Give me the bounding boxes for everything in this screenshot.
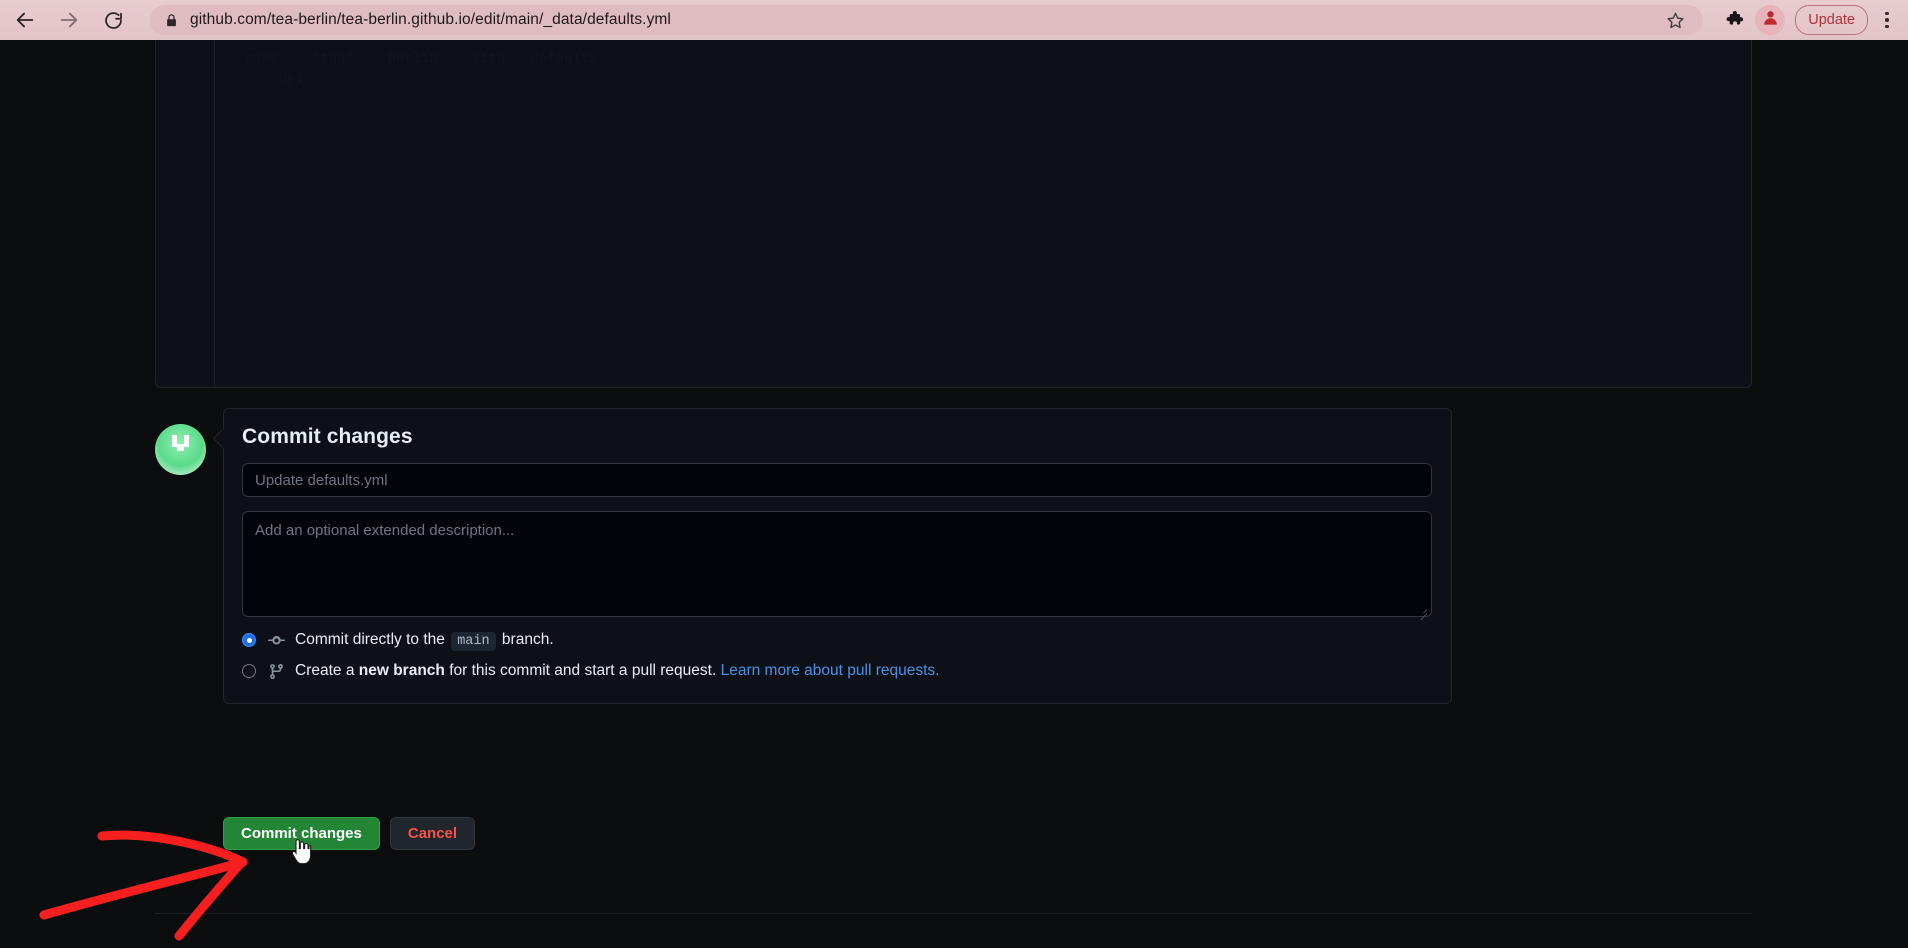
editor-line-gutter: [156, 40, 215, 387]
cancel-button[interactable]: Cancel: [389, 817, 476, 850]
update-button[interactable]: Update: [1795, 5, 1868, 35]
kebab-dot: [1885, 11, 1889, 16]
browser-menu-button[interactable]: [1874, 3, 1900, 37]
radio-create-new-branch[interactable]: [242, 664, 256, 678]
back-button[interactable]: [6, 1, 44, 39]
commit-section: Commit changes Commit directly to the ma…: [155, 408, 1752, 728]
github-edit-page: name: "tea" berlin site defaults url Com…: [0, 40, 1908, 941]
kebab-dot: [1885, 24, 1889, 29]
commit-panel-title: Commit changes: [242, 425, 413, 448]
option-direct-prefix: Commit directly to the: [295, 631, 445, 648]
git-branch-icon: [267, 662, 285, 680]
pull-request-learn-more-link[interactable]: Learn more about pull requests.: [721, 662, 940, 679]
profile-button[interactable]: [1755, 5, 1786, 35]
commit-changes-button[interactable]: Commit changes: [223, 817, 380, 850]
reload-button[interactable]: [94, 1, 132, 39]
address-bar[interactable]: github.com/tea-berlin/tea-berlin.github.…: [150, 5, 1704, 35]
commit-option-direct-label: Commit directly to the main branch.: [295, 631, 554, 651]
commit-actions: Commit changes Cancel: [223, 817, 476, 850]
option-branch-suffix: for this commit and start a pull request…: [449, 662, 717, 679]
puzzle-piece-icon: [1724, 8, 1744, 33]
commit-message-input[interactable]: [242, 463, 1432, 497]
page-divider: [155, 913, 1752, 914]
git-commit-icon: [267, 631, 285, 649]
back-arrow-icon: [14, 9, 36, 31]
forward-arrow-icon: [58, 9, 80, 31]
commit-option-direct[interactable]: Commit directly to the main branch.: [242, 631, 554, 651]
commit-option-new-branch[interactable]: Create a new branch for this commit and …: [242, 662, 939, 680]
forward-button[interactable]: [50, 1, 88, 39]
url-text: github.com/tea-berlin/tea-berlin.github.…: [190, 11, 671, 28]
option-branch-bold: new branch: [358, 662, 445, 679]
commit-option-new-branch-label: Create a new branch for this commit and …: [295, 662, 939, 680]
editor-code-text: name: "tea" berlin site defaults url: [244, 51, 598, 89]
commit-panel: Commit changes Commit directly to the ma…: [212, 408, 1452, 704]
star-icon[interactable]: [1661, 6, 1689, 34]
file-editor[interactable]: name: "tea" berlin site defaults url: [155, 40, 1752, 388]
avatar-glyph-icon: [171, 434, 189, 451]
reload-icon: [103, 10, 124, 31]
extensions-button[interactable]: [1717, 3, 1751, 37]
browser-toolbar: github.com/tea-berlin/tea-berlin.github.…: [0, 0, 1908, 40]
option-branch-prefix: Create a: [295, 662, 355, 679]
radio-commit-directly[interactable]: [242, 633, 256, 647]
option-direct-suffix: branch.: [501, 631, 554, 648]
commit-description-textarea[interactable]: [242, 511, 1432, 617]
profile-avatar-icon: [1761, 8, 1780, 32]
toolbar-right-group: Update: [1717, 3, 1908, 37]
branch-name-chip: main: [451, 632, 496, 651]
panel-pointer: [212, 427, 235, 450]
lock-icon: [164, 13, 179, 28]
kebab-dot: [1885, 18, 1889, 22]
user-avatar: [155, 424, 206, 475]
